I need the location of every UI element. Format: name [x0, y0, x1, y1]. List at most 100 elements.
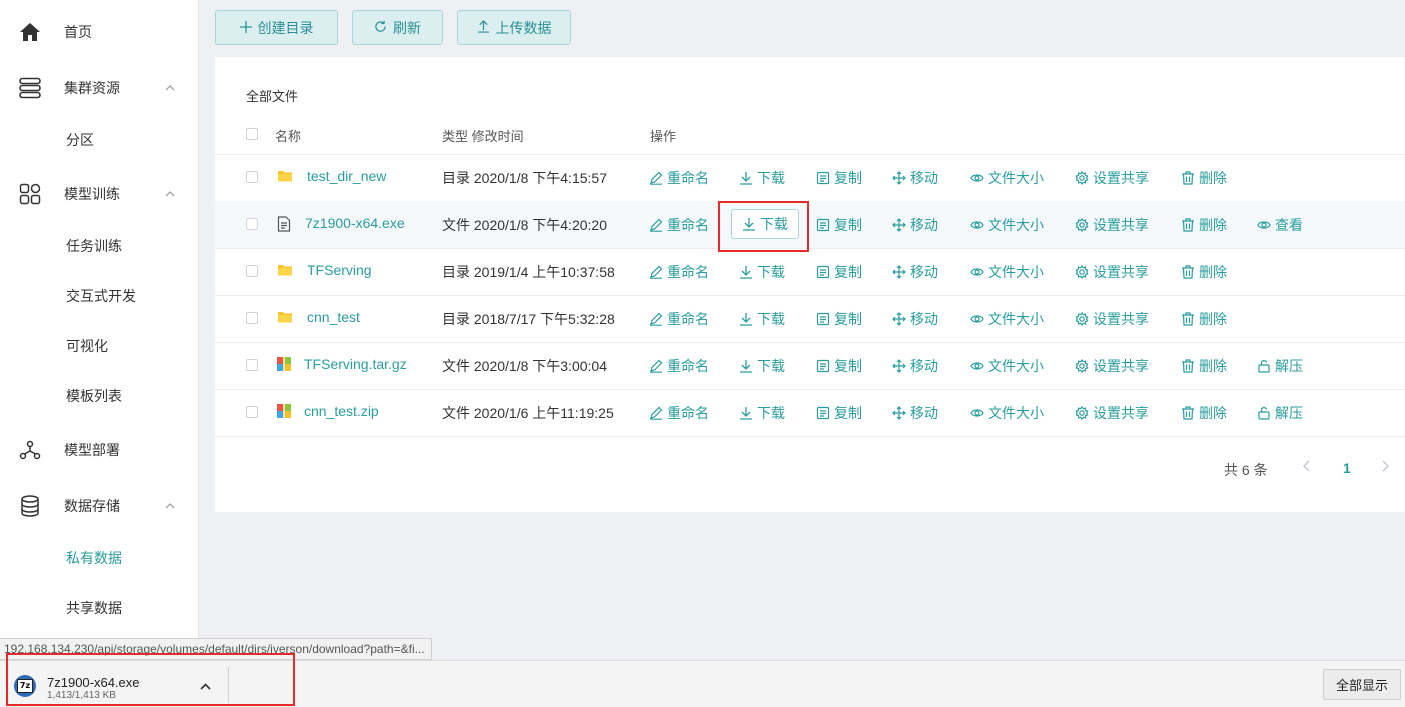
move-action[interactable]: 移动	[892, 309, 938, 329]
size-action[interactable]: 文件大小	[970, 309, 1044, 329]
file-name-link[interactable]: cnn_test.zip	[304, 403, 379, 419]
move-action[interactable]: 移动	[892, 168, 938, 188]
rename-action[interactable]: 重命名	[649, 215, 709, 235]
size-action[interactable]: 文件大小	[970, 403, 1044, 423]
nav-interactive-dev[interactable]: 交互式开发	[0, 276, 198, 316]
download-size: 1,413/1,413 KB	[47, 690, 116, 701]
download-filename[interactable]: 7z1900-x64.exe	[47, 675, 140, 690]
file-name-link[interactable]: test_dir_new	[307, 168, 386, 184]
nav-template-list-label: 模板列表	[66, 388, 122, 404]
nav-task-training[interactable]: 任务训练	[0, 226, 198, 266]
nav-partition[interactable]: 分区	[0, 120, 198, 160]
share-action[interactable]: 设置共享	[1075, 262, 1149, 282]
copy-action[interactable]: 复制	[816, 309, 862, 329]
delete-action[interactable]: 删除	[1181, 309, 1227, 329]
nav-visualization[interactable]: 可视化	[0, 326, 198, 366]
delete-action[interactable]: 删除	[1181, 215, 1227, 235]
pagination-prev-button[interactable]	[1303, 459, 1311, 475]
rename-action[interactable]: 重命名	[649, 356, 709, 376]
copy-action[interactable]: 复制	[816, 168, 862, 188]
row-checkbox[interactable]	[246, 265, 258, 277]
select-all-checkbox[interactable]	[246, 128, 258, 140]
delete-action-label: 删除	[1199, 264, 1227, 280]
eye-icon	[970, 218, 984, 232]
delete-action[interactable]: 删除	[1181, 262, 1227, 282]
row-checkbox[interactable]	[246, 171, 258, 183]
copy-icon	[816, 265, 830, 279]
size-action-label: 文件大小	[988, 217, 1044, 233]
rename-action[interactable]: 重命名	[649, 403, 709, 423]
file-name-link[interactable]: 7z1900-x64.exe	[305, 215, 405, 231]
size-action[interactable]: 文件大小	[970, 356, 1044, 376]
upload-data-label: 上传数据	[495, 19, 552, 36]
row-checkbox[interactable]	[246, 406, 258, 418]
download-action[interactable]: 下载	[739, 168, 785, 188]
nav-private-data[interactable]: 私有数据	[0, 538, 198, 578]
download-action[interactable]: 下载	[739, 309, 785, 329]
extract-action[interactable]: 解压	[1257, 356, 1303, 376]
size-action[interactable]: 文件大小	[970, 262, 1044, 282]
pagination-page-current[interactable]: 1	[1343, 460, 1351, 476]
share-action[interactable]: 设置共享	[1075, 403, 1149, 423]
rename-action[interactable]: 重命名	[649, 168, 709, 188]
show-all-button[interactable]: 全部显示	[1323, 669, 1401, 700]
rename-action-label: 重命名	[667, 358, 709, 374]
size-action[interactable]: 文件大小	[970, 168, 1044, 188]
nav-template-list[interactable]: 模板列表	[0, 376, 198, 416]
nav-home[interactable]: 首页	[0, 10, 198, 54]
chevron-up-icon	[164, 82, 176, 94]
view-action[interactable]: 查看	[1257, 215, 1303, 235]
move-action[interactable]: 移动	[892, 403, 938, 423]
share-action[interactable]: 设置共享	[1075, 356, 1149, 376]
nav-shared-data-label: 共享数据	[66, 600, 122, 616]
delete-action-label: 删除	[1199, 311, 1227, 327]
edit-icon	[649, 406, 663, 420]
row-checkbox[interactable]	[246, 312, 258, 324]
file-name-link[interactable]: TFServing.tar.gz	[304, 356, 407, 372]
download-action-label: 下载	[757, 405, 785, 421]
delete-action[interactable]: 删除	[1181, 356, 1227, 376]
share-action[interactable]: 设置共享	[1075, 215, 1149, 235]
nav-model-deploy[interactable]: 模型部署	[0, 428, 198, 472]
download-action[interactable]: 下载	[739, 403, 785, 423]
download-action[interactable]: 下载	[739, 356, 785, 376]
create-directory-button[interactable]: 创建目录	[215, 10, 338, 45]
file-type-time: 目录 2019/1/4 上午10:37:58	[442, 264, 615, 280]
row-checkbox[interactable]	[246, 359, 258, 371]
copy-action[interactable]: 复制	[816, 356, 862, 376]
share-action[interactable]: 设置共享	[1075, 168, 1149, 188]
rename-action[interactable]: 重命名	[649, 309, 709, 329]
move-action[interactable]: 移动	[892, 262, 938, 282]
upload-data-button[interactable]: 上传数据	[457, 10, 571, 45]
download-menu-button[interactable]	[196, 677, 214, 693]
file-type-time: 文件 2020/1/8 下午3:00:04	[442, 358, 607, 374]
download-action[interactable]: 下载	[731, 209, 799, 239]
share-action[interactable]: 设置共享	[1075, 309, 1149, 329]
refresh-label: 刷新	[393, 19, 421, 36]
apps-icon	[18, 182, 42, 206]
server-icon	[18, 76, 42, 100]
move-action[interactable]: 移动	[892, 215, 938, 235]
delete-action[interactable]: 删除	[1181, 168, 1227, 188]
rename-action[interactable]: 重命名	[649, 262, 709, 282]
file-name-link[interactable]: TFServing	[307, 262, 372, 278]
file-type-time: 目录 2020/1/8 下午4:15:57	[442, 170, 607, 186]
copy-action[interactable]: 复制	[816, 215, 862, 235]
nav-data-storage[interactable]: 数据存储	[0, 484, 198, 528]
nav-cluster-resources[interactable]: 集群资源	[0, 66, 198, 110]
file-type-time: 目录 2018/7/17 下午5:32:28	[442, 311, 615, 327]
file-name-link[interactable]: cnn_test	[307, 309, 360, 325]
copy-action[interactable]: 复制	[816, 262, 862, 282]
nav-shared-data[interactable]: 共享数据	[0, 588, 198, 628]
delete-action[interactable]: 删除	[1181, 403, 1227, 423]
pagination-next-button[interactable]	[1381, 459, 1389, 475]
row-checkbox[interactable]	[246, 218, 258, 230]
size-action[interactable]: 文件大小	[970, 215, 1044, 235]
nav-model-training[interactable]: 模型训练	[0, 172, 198, 216]
move-action[interactable]: 移动	[892, 356, 938, 376]
refresh-button[interactable]: 刷新	[352, 10, 443, 45]
download-action[interactable]: 下载	[739, 262, 785, 282]
copy-action[interactable]: 复制	[816, 403, 862, 423]
extract-action[interactable]: 解压	[1257, 403, 1303, 423]
rename-action-label: 重命名	[667, 405, 709, 421]
